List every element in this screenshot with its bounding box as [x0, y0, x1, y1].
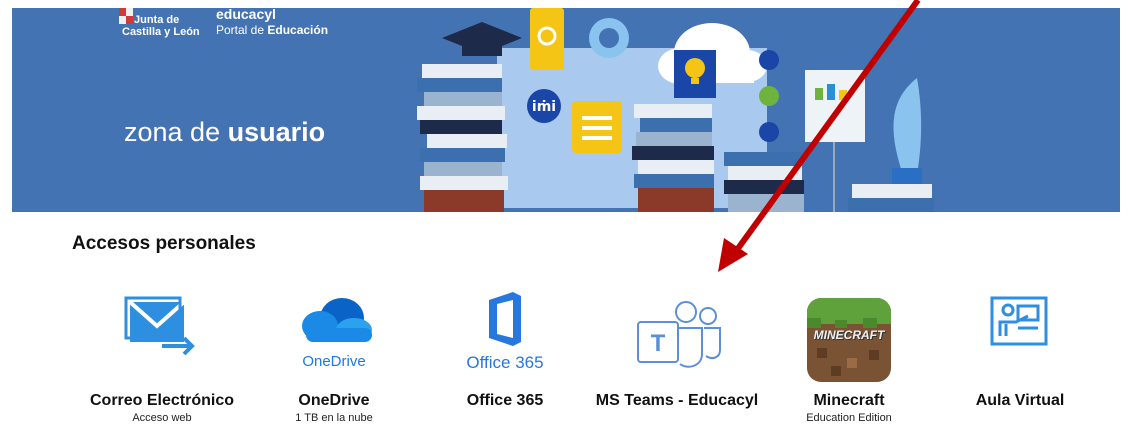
tile-name: OneDrive — [298, 392, 370, 409]
page-title: zona de usuario — [124, 116, 325, 148]
tile-subtitle: Education Edition — [806, 412, 892, 424]
onedrive-icon-label: OneDrive — [302, 353, 366, 370]
page-title-prefix: zona de — [124, 117, 221, 147]
minecraft-icon-label: MINECRAFT — [813, 328, 885, 342]
office365-icon: Office 365 — [455, 290, 555, 376]
tile-subtitle: 1 TB en la nube — [295, 412, 373, 424]
tile-name: Minecraft — [813, 392, 885, 409]
org-line1: Junta de — [134, 14, 180, 26]
brand-logo[interactable]: educacyl Portal de Educación — [216, 8, 328, 37]
brand-sub-prefix: Portal de — [216, 23, 265, 37]
tile-name: Aula Virtual — [975, 392, 1065, 409]
org-line2: Castilla y León — [122, 26, 200, 38]
brand-name: educacyl — [216, 8, 276, 22]
mail-icon — [124, 296, 195, 356]
tile-subtitle: Acceso web — [132, 412, 192, 424]
junta-logo[interactable]: Junta de Castilla y León — [122, 14, 200, 38]
page-title-bold: usuario — [227, 117, 326, 147]
tile-name: MS Teams - Educacyl — [595, 392, 759, 409]
svg-text:iṁi: iṁi — [532, 99, 556, 115]
svg-text:T: T — [651, 330, 666, 357]
brand-subtitle: Portal de Educación — [216, 23, 328, 37]
teams-icon: T — [637, 301, 721, 368]
aula-virtual-icon — [990, 296, 1048, 346]
onedrive-icon: OneDrive — [284, 294, 384, 374]
brand-sub-bold: Educación — [267, 23, 329, 37]
header-banner: iṁi Junta de Castilla y León educacyl Po… — [12, 8, 1120, 212]
education-illustration: iṁi — [417, 8, 934, 212]
office365-icon-label: Office 365 — [466, 353, 544, 372]
minecraft-icon: MINECRAFT — [807, 298, 891, 382]
tile-name: Office 365 — [466, 392, 544, 409]
tile-name: Correo Electrónico — [89, 392, 235, 409]
section-title: Accesos personales — [72, 233, 256, 254]
